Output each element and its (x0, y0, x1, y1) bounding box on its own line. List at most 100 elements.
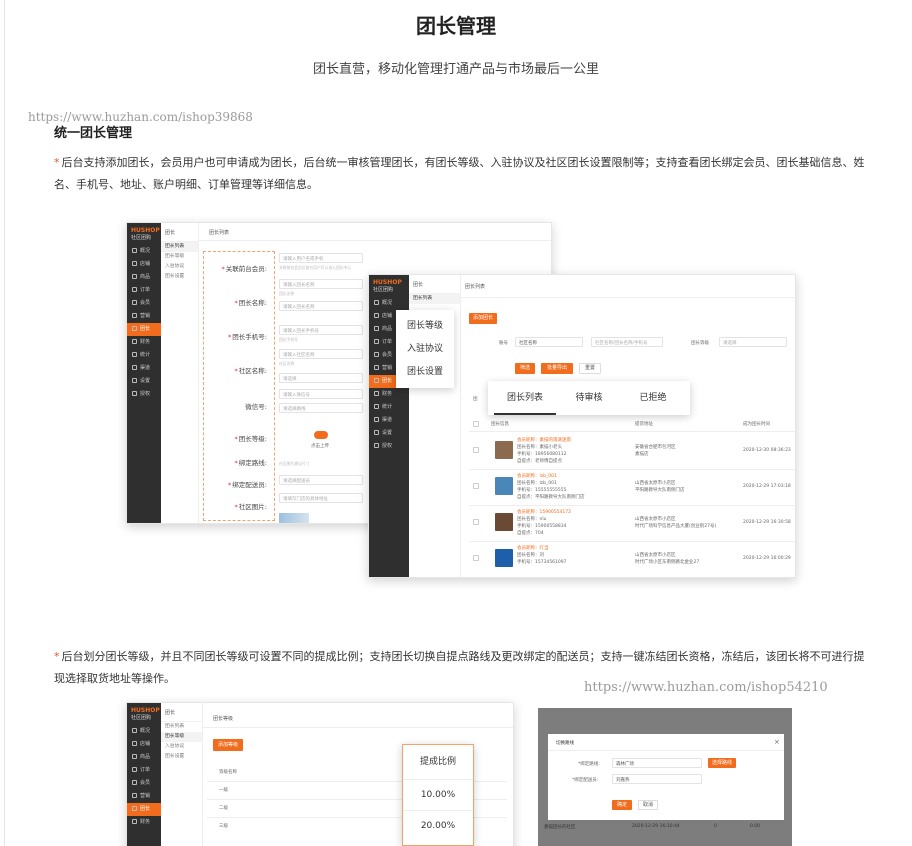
side-item-settings[interactable]: 设置 (127, 375, 161, 388)
label-leader-name: *团长名称: (234, 299, 267, 307)
side-item-settings-b[interactable]: 设置 (369, 427, 409, 440)
filter-button[interactable]: 筛选 (515, 363, 535, 374)
courier-select[interactable]: 请选择配送员 (279, 475, 363, 485)
side-item-store[interactable]: 店铺 (127, 258, 161, 271)
tab-leader-list[interactable]: 团长列表 (494, 381, 556, 415)
tab-pending-review[interactable]: 待审核 (558, 381, 620, 415)
side-item-leader[interactable]: 团长 (127, 323, 161, 336)
side-item-marketing[interactable]: 营销 (127, 310, 161, 323)
side-item-orders-c[interactable]: 订单 (127, 764, 161, 777)
side-item-auth-b[interactable]: 授权 (369, 440, 409, 453)
filter-level-select[interactable]: 请选择 (719, 337, 787, 347)
leader-phone-input[interactable]: 请输入团长手机号 (279, 325, 363, 335)
sub-item-leader-list-b[interactable]: 团长列表 (409, 294, 460, 304)
page-title: 团长管理 (416, 14, 496, 38)
route-select-a[interactable]: 请选择路线 (279, 403, 363, 413)
status-tabs-callout: 团长列表 待审核 已拒绝 (488, 381, 690, 415)
community-name-input[interactable]: 请输入社区名称 (279, 349, 363, 359)
header-divider (469, 431, 795, 432)
level-crumb-divider (203, 727, 513, 728)
switch-route-modal: 切换路线 × *绑定路线: 森林广场 选择路线 *绑定配送员: 刘嘉燕 确定 取… (548, 734, 784, 820)
route-input[interactable]: 森林广场 (612, 758, 702, 768)
courier-input[interactable]: 刘嘉燕 (612, 774, 702, 784)
row-nick[interactable]: 会员昵称：叮当 (517, 545, 549, 551)
callout-leader-level[interactable]: 团长等级 (396, 318, 454, 331)
row-nick[interactable]: 会员昵称：lzb_001 (517, 473, 557, 479)
row-checkbox[interactable] (473, 519, 479, 525)
side-item-stats[interactable]: 统计 (127, 349, 161, 362)
side-item-overview[interactable]: 概况 (127, 245, 161, 258)
wechat-input[interactable]: 请输入微信号 (279, 389, 363, 399)
row-name: 团长名称：素描小老头 (517, 445, 562, 450)
callout-leader-settings[interactable]: 团长设置 (396, 364, 454, 377)
add-level-button[interactable]: 添加等级 (213, 739, 243, 751)
side-item-leader-c[interactable]: 团长 (127, 803, 161, 816)
side-item-store-c[interactable]: 店铺 (127, 738, 161, 751)
marketing-icon (374, 365, 379, 370)
side-item-channel[interactable]: 渠道 (127, 362, 161, 375)
sub-item-agreement[interactable]: 入驻协议 (161, 262, 198, 272)
side-item-auth[interactable]: 授权 (127, 388, 161, 401)
bg-row-community: 素描团长的社区 (544, 825, 576, 830)
side-item-finance[interactable]: 财务 (127, 336, 161, 349)
settings-icon (374, 430, 379, 435)
upload-cloud-icon[interactable] (314, 431, 328, 439)
label-leader-phone: *团长手机号: (228, 333, 267, 341)
sub-item-leader-list[interactable]: 团长列表 (161, 242, 198, 252)
row-checkbox[interactable] (473, 555, 479, 561)
side-item-overview-b[interactable]: 概况 (369, 297, 409, 310)
sub-item-leader-level[interactable]: 团长等级 (161, 252, 198, 262)
select-all-checkbox[interactable] (473, 421, 479, 427)
row-nick[interactable]: 会员昵称：15900554172 (517, 509, 571, 515)
filter-account-select[interactable]: 社区名称 (515, 337, 583, 347)
channel-icon (374, 417, 379, 422)
select-route-button[interactable]: 选择路线 (708, 758, 736, 768)
leader-name-input[interactable]: 请输入团长名称 (279, 279, 363, 289)
sub-item-agreement-c[interactable]: 入驻协议 (161, 742, 202, 752)
side-item-marketing-c[interactable]: 营销 (127, 790, 161, 803)
side-item-orders[interactable]: 订单 (127, 284, 161, 297)
side-item-overview-c[interactable]: 概况 (127, 725, 161, 738)
filter-search-input[interactable]: 社区名称/团长名称/手机号 (591, 337, 663, 347)
members-icon (132, 300, 137, 305)
row-checkbox[interactable] (473, 483, 479, 489)
side-item-goods[interactable]: 商品 (127, 271, 161, 284)
sub-item-leader-settings-c[interactable]: 团长设置 (161, 752, 202, 762)
callout-agreement[interactable]: 入驻协议 (396, 341, 454, 354)
goods-icon (374, 326, 379, 331)
leader-avatar (495, 441, 513, 459)
address-input[interactable]: 请填写门店的具体地址 (279, 493, 363, 503)
export-button[interactable]: 批量导出 (541, 363, 573, 374)
upload-label[interactable]: 点击上传 (311, 443, 329, 449)
section-heading: 统一团长管理 (54, 126, 133, 141)
modal-close-icon[interactable]: × (774, 738, 780, 746)
community-select[interactable]: 请选择 (279, 373, 363, 383)
form-breadcrumb: 团长列表 (209, 230, 230, 236)
modal-ok-button[interactable]: 确定 (612, 800, 632, 810)
side-item-channel-b[interactable]: 渠道 (369, 414, 409, 427)
tab-rejected[interactable]: 已拒绝 (622, 381, 684, 415)
row-nick[interactable]: 会员昵称：素描的雨滴迷雨 (517, 437, 571, 443)
sub-item-leader-settings[interactable]: 团长设置 (161, 272, 198, 282)
row-checkbox[interactable] (473, 447, 479, 453)
label-linked-member: *关联前台会员: (221, 265, 267, 273)
admin-logo-c: HUSHOP (131, 707, 160, 714)
finance-icon (132, 339, 137, 344)
leader-name-input-2[interactable]: 请输入团长名称 (279, 301, 363, 311)
reset-button[interactable]: 重置 (579, 363, 601, 374)
modal-cancel-button[interactable]: 取消 (638, 800, 658, 810)
side-item-stats-b[interactable]: 统计 (369, 401, 409, 414)
sub-item-leader-list-c[interactable]: 团长列表 (161, 722, 202, 732)
overview-icon (132, 248, 137, 253)
overview-icon (132, 728, 137, 733)
side-item-finance-b[interactable]: 财务 (369, 388, 409, 401)
bullet-star: * (54, 156, 60, 169)
side-item-members-c[interactable]: 会员 (127, 777, 161, 790)
linked-member-input[interactable]: 请输入用户名或手机 (279, 253, 363, 263)
side-item-finance-c[interactable]: 财务 (127, 816, 161, 829)
side-item-members[interactable]: 会员 (127, 297, 161, 310)
sub-item-leader-level-c[interactable]: 团长等级 (161, 732, 202, 742)
side-item-goods-c[interactable]: 商品 (127, 751, 161, 764)
row-name: 团长名称：lzb_001 (517, 481, 557, 486)
add-leader-button[interactable]: 添加团长 (469, 313, 497, 324)
